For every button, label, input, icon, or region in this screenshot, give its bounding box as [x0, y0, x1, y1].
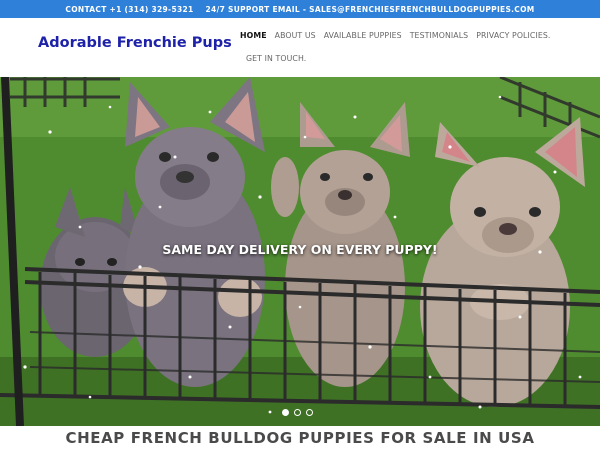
nav-home[interactable]: HOME — [240, 31, 267, 40]
top-contact-bar: CONTACT +1 (314) 329-5321 24/7 SUPPORT E… — [0, 0, 600, 18]
slider-pagination — [282, 409, 313, 416]
hero-caption: SAME DAY DELIVERY ON EVERY PUPPY! — [162, 242, 438, 257]
contact-phone[interactable]: CONTACT +1 (314) 329-5321 — [65, 5, 193, 14]
page-title: CHEAP FRENCH BULLDOG PUPPIES FOR SALE IN… — [65, 429, 535, 447]
nav-get-in-touch[interactable]: GET IN TOUCH. — [246, 54, 306, 63]
nav-testimonials[interactable]: TESTIMONIALS — [410, 31, 469, 40]
site-header: Adorable Frenchie Pups HOME ABOUT US AVA… — [0, 18, 600, 77]
main-nav: HOME ABOUT US AVAILABLE PUPPIES TESTIMON… — [240, 30, 560, 64]
slider-dot-2[interactable] — [294, 409, 301, 416]
slider-dot-1[interactable] — [282, 409, 289, 416]
nav-privacy-policies[interactable]: PRIVACY POLICIES. — [476, 31, 550, 40]
slider-dot-3[interactable] — [306, 409, 313, 416]
nav-available-puppies[interactable]: AVAILABLE PUPPIES — [324, 31, 402, 40]
nav-about-us[interactable]: ABOUT US — [275, 31, 316, 40]
support-email[interactable]: 24/7 SUPPORT EMAIL - SALES@FRENCHIESFREN… — [206, 5, 535, 14]
page-title-band: CHEAP FRENCH BULLDOG PUPPIES FOR SALE IN… — [0, 426, 600, 450]
site-logo-text[interactable]: Adorable Frenchie Pups — [38, 35, 232, 51]
hero-slider[interactable]: SAME DAY DELIVERY ON EVERY PUPPY! — [0, 77, 600, 426]
